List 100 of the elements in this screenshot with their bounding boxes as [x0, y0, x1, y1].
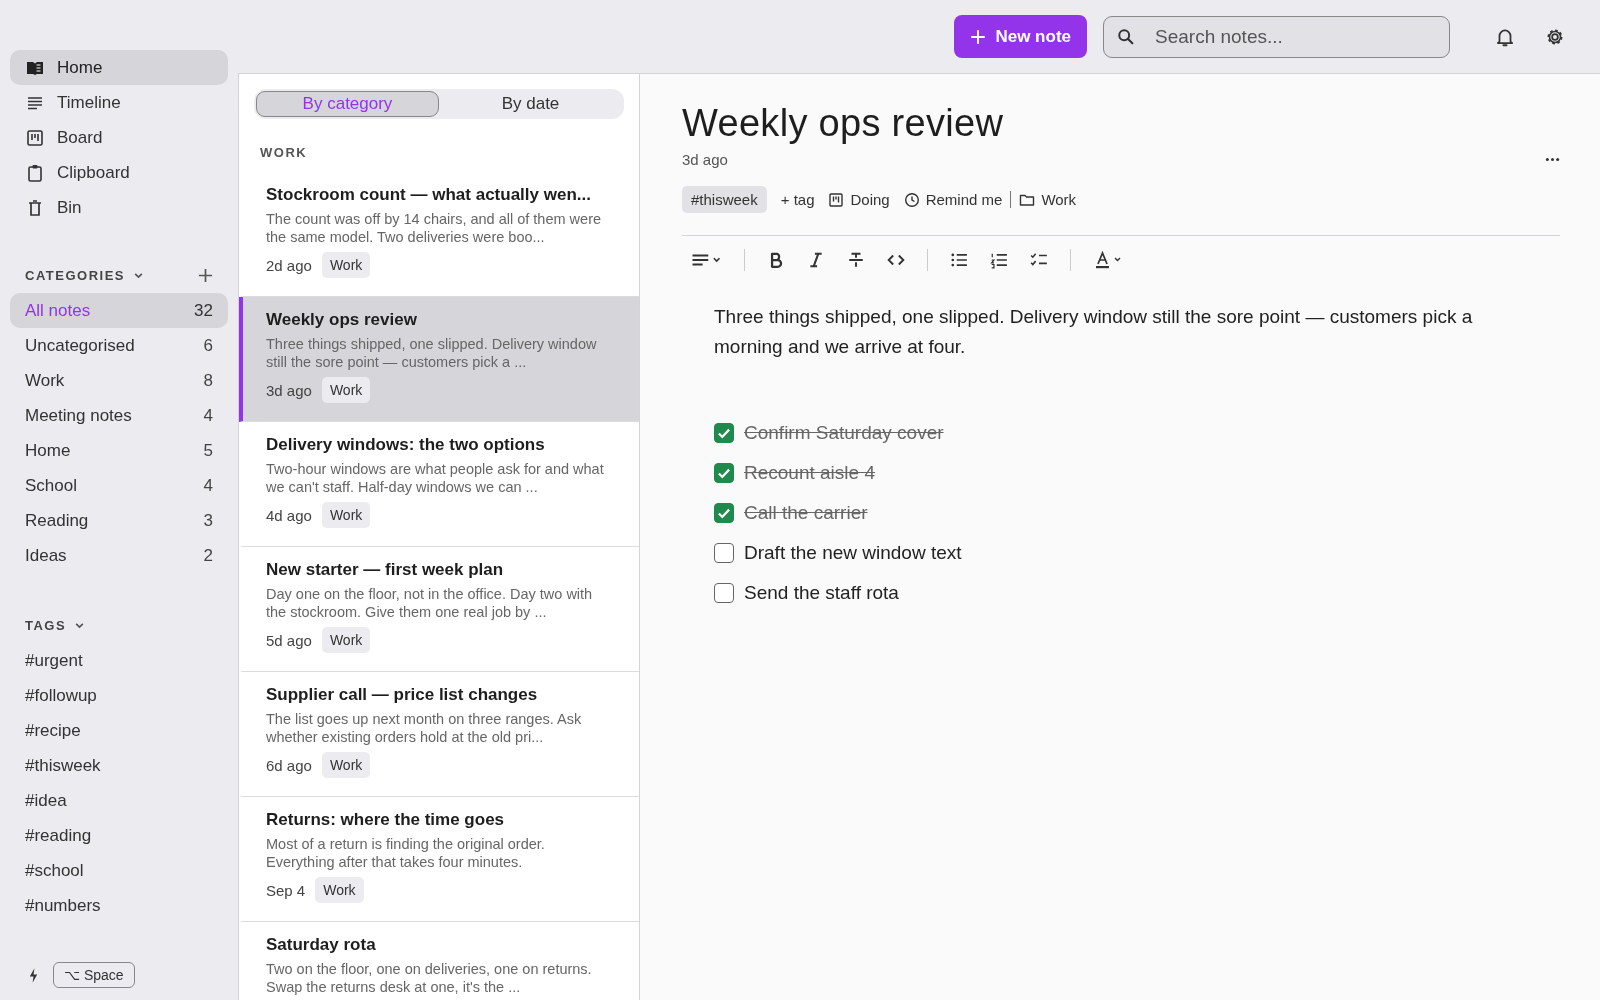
- nav-item[interactable]: Timeline: [10, 85, 228, 120]
- tag-item[interactable]: #urgent: [10, 643, 98, 678]
- search-icon: [1117, 27, 1135, 46]
- note-tag: Work: [321, 252, 371, 278]
- category-item[interactable]: Ideas 2: [10, 538, 228, 573]
- checkbox[interactable]: [714, 583, 734, 603]
- tag-item[interactable]: #followup: [10, 678, 112, 713]
- note-tag: Work: [321, 377, 371, 403]
- note-card[interactable]: Weekly ops review Three things shipped, one slipped. Delivery window still the sore point — customers pick a ... 3d ago Work: [239, 297, 639, 422]
- note-preview: Day one on the floor, not in the office. Day two with the stockroom. Give them one real job by ...: [266, 586, 594, 621]
- category-label: Uncategorised: [25, 335, 135, 356]
- more-icon[interactable]: [1545, 157, 1560, 162]
- view-tab[interactable]: By category: [256, 91, 439, 117]
- category-item[interactable]: Work 8: [10, 363, 228, 398]
- note-tag: Work: [321, 752, 371, 778]
- checklist-item-text: Recount aisle 4: [744, 462, 875, 484]
- category-item[interactable]: Meeting notes 4: [10, 398, 228, 433]
- note-preview: Most of a return is finding the original order. Everything after that takes four minutes.: [266, 836, 546, 871]
- view-tab[interactable]: By date: [439, 91, 622, 117]
- status-control[interactable]: Doing: [828, 191, 890, 208]
- category-item[interactable]: Uncategorised 6: [10, 328, 228, 363]
- plus-icon: [970, 28, 987, 45]
- note-title: Saturday rota: [266, 934, 377, 956]
- tag-item[interactable]: #recipe: [10, 713, 96, 748]
- note-title: Stockroom count — what actually wen...: [266, 184, 592, 206]
- note-preview: The list goes up next month on three ranges. Ask whether existing orders hold at the old pri...: [266, 711, 583, 746]
- section-heading: CATEGORIES: [25, 267, 125, 283]
- note-preview: Three things shipped, one slipped. Delivery window still the sore point — customers pick a ...: [266, 336, 598, 371]
- shortcut-key: ⌥ Space: [53, 962, 135, 988]
- nav-item[interactable]: Bin: [10, 190, 228, 225]
- category-count: 4: [203, 405, 213, 426]
- clock-icon: [903, 191, 920, 208]
- tag-item[interactable]: #school: [10, 853, 99, 888]
- note-date: Sep 4: [266, 881, 306, 899]
- category-item[interactable]: Home 5: [10, 433, 228, 468]
- note-title: New starter — first week plan: [266, 559, 505, 581]
- tag-chip[interactable]: #thisweek: [682, 186, 767, 213]
- note-preview: Two-hour windows are what people ask for and what we can't staff. Half-day windows we can ...: [266, 461, 605, 496]
- category-label: Home: [25, 440, 71, 461]
- note-tag: Work: [321, 627, 371, 653]
- category-item[interactable]: School 4: [10, 468, 228, 503]
- clipboard-icon: [25, 162, 45, 183]
- search-field[interactable]: Search notes...: [1103, 15, 1450, 58]
- numbered-list-icon[interactable]: [990, 251, 1008, 269]
- category-label: Meeting notes: [25, 405, 132, 426]
- checkbox[interactable]: [714, 503, 734, 523]
- category-count: 6: [203, 335, 213, 356]
- tag-item[interactable]: #idea: [10, 783, 82, 818]
- category-count: 8: [203, 370, 213, 391]
- note-card[interactable]: New starter — first week plan Day one on the floor, not in the office. Day two with the stockroom. Give them one real job by ... 5d ago Work: [239, 547, 639, 672]
- tag-item[interactable]: #thisweek: [10, 748, 116, 783]
- add-icon[interactable]: [198, 267, 213, 283]
- checklist-item-text: Confirm Saturday cover: [744, 422, 944, 444]
- category-count: 5: [203, 440, 213, 461]
- note-preview: Two on the floor, one on deliveries, one on returns. Swap the returns desk at one, it's the ...: [266, 961, 593, 996]
- tag-item[interactable]: #numbers: [10, 888, 116, 923]
- category-count: 32: [194, 300, 213, 321]
- note-date: 4d ago: [266, 506, 312, 524]
- checklist-item-text: Draft the new window text: [744, 542, 962, 564]
- category-item[interactable]: Reading 3: [10, 503, 228, 538]
- note-title: Returns: where the time goes: [266, 809, 506, 831]
- bullet-list-icon[interactable]: [950, 251, 968, 269]
- note-card[interactable]: Returns: where the time goes Most of a return is finding the original order. Everything after that takes four minutes. Sep 4 Work: [239, 797, 639, 922]
- category-label: School: [25, 475, 77, 496]
- italic-icon[interactable]: [807, 251, 825, 269]
- category-control[interactable]: Work: [1019, 191, 1077, 208]
- note-card[interactable]: Delivery windows: the two options Two-hour windows are what people ask for and what we can't staff. Half-day windows we can ... 4d ago Work: [239, 422, 639, 547]
- section-heading: TAGS: [25, 617, 67, 633]
- note-title: Supplier call — price list changes: [266, 684, 539, 706]
- note-title: Weekly ops review: [682, 102, 1005, 145]
- checkbox[interactable]: [714, 463, 734, 483]
- note-date: 3d ago: [682, 151, 728, 168]
- note-card[interactable]: Supplier call — price list changes The list goes up next month on three ranges. Ask whether existing orders hold at the old pri... 6d ago Work: [239, 672, 639, 797]
- nav-item[interactable]: Home: [10, 50, 228, 85]
- group-heading: WORK: [260, 145, 309, 160]
- note-date: 6d ago: [266, 756, 312, 774]
- note-tag: Work: [321, 502, 371, 528]
- category-item[interactable]: All notes 32: [10, 293, 228, 328]
- note-tag: Work: [315, 877, 364, 903]
- note-date: 2d ago: [266, 256, 312, 274]
- checkbox[interactable]: [714, 543, 734, 563]
- strikethrough-icon[interactable]: [847, 251, 865, 269]
- reminder-control[interactable]: Remind me: [903, 191, 1003, 208]
- category-count: 4: [203, 475, 213, 496]
- category-label: All notes: [25, 300, 91, 321]
- board-icon: [828, 191, 845, 208]
- checklist-item-text: Call the carrier: [744, 502, 868, 524]
- nav-item[interactable]: Clipboard: [10, 155, 228, 190]
- checkbox[interactable]: [714, 423, 734, 443]
- add-tag-link[interactable]: + tag: [780, 191, 815, 208]
- category-label: Reading: [25, 510, 89, 531]
- category-count: 3: [203, 510, 213, 531]
- note-preview: The count was off by 14 chairs, and all of them were the same model. Two deliveries were boo...: [266, 211, 603, 246]
- note-date: 3d ago: [266, 381, 312, 399]
- category-label: Ideas: [25, 545, 67, 566]
- nav-item[interactable]: Board: [10, 120, 228, 155]
- new-note-button[interactable]: New note: [954, 15, 1087, 58]
- note-card[interactable]: Saturday rota Two on the floor, one on deliveries, one on returns. Swap the returns desk at one, it's the ...: [239, 922, 639, 1000]
- note-date: 5d ago: [266, 631, 312, 649]
- tag-item[interactable]: #reading: [10, 818, 107, 853]
